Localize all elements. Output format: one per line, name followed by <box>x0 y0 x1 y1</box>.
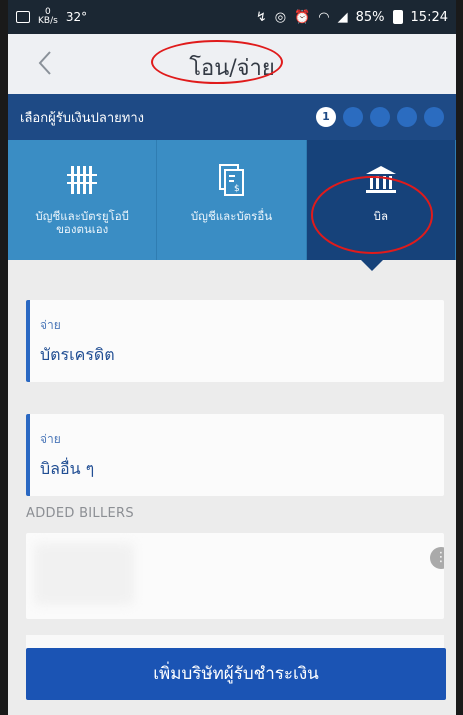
biller-item[interactable]: ⋮ <box>26 533 444 619</box>
bill-options: จ่าย บัตรเครดิต จ่าย บิลอื่น ๆ ADDED BIL… <box>8 260 456 655</box>
pay-other-bills-option[interactable]: จ่าย บิลอื่น ๆ <box>26 414 444 496</box>
battery-icon <box>392 10 403 24</box>
add-biller-button[interactable]: เพิ่มบริษัทผู้รับชำระเงิน <box>26 648 446 700</box>
active-tab-pointer <box>360 259 384 271</box>
step-1: 1 <box>316 107 336 127</box>
step-5 <box>424 107 444 127</box>
clock: 15:24 <box>410 9 448 25</box>
tab-label: บัญชีและบัตรอื่น <box>190 209 273 223</box>
step-label: เลือกผู้รับเงินปลายทาง <box>20 110 144 126</box>
step-3 <box>370 107 390 127</box>
bars-icon <box>62 160 102 200</box>
more-options-icon[interactable]: ⋮ <box>430 547 444 569</box>
option-title: บัตรเครดิต <box>40 345 115 364</box>
network-speed: 0 KB/s <box>38 7 58 26</box>
tab-own-accounts[interactable]: บัญชีและบัตรยูโอบีของตนเอง <box>8 140 158 260</box>
annotation-circle <box>311 176 433 254</box>
vibrate-icon: ◎ <box>274 9 287 25</box>
payee-type-tabs: บัญชีและบัตรยูโอบีของตนเอง $ บัญชีและบัต… <box>8 140 456 271</box>
step-4 <box>397 107 417 127</box>
step-2 <box>343 107 363 127</box>
signal-icon: ↯ <box>255 9 267 25</box>
document-dollar-icon: $ <box>211 160 251 200</box>
battery-percent: 85% <box>355 9 385 25</box>
pay-credit-card-option[interactable]: จ่าย บัตรเครดิต <box>26 300 444 382</box>
option-caption: จ่าย <box>40 318 61 332</box>
option-title: บิลอื่น ๆ <box>40 459 95 478</box>
step-indicator: 1 <box>316 107 444 127</box>
temperature: 32° <box>65 10 88 24</box>
step-bar: เลือกผู้รับเงินปลายทาง 1 <box>8 94 456 140</box>
tab-other-accounts[interactable]: $ บัญชีและบัตรอื่น <box>157 140 307 260</box>
app-header: โอน/จ่าย <box>8 34 456 94</box>
alarm-icon: ⏰ <box>294 9 311 25</box>
gallery-icon <box>16 11 30 23</box>
redacted-biller-info <box>34 543 134 605</box>
option-caption: จ่าย <box>40 432 61 446</box>
svg-text:$: $ <box>234 184 240 194</box>
wifi-icon: ◠ <box>318 9 330 25</box>
phone-screen: 0 KB/s 32° ↯ ◎ ⏰ ◠ ◢ 85% 15:24 โอน/จ่าย … <box>8 0 456 715</box>
cellular-icon: ◢ <box>337 9 348 25</box>
added-billers-heading: ADDED BILLERS <box>26 506 134 521</box>
annotation-circle <box>151 40 283 84</box>
status-bar: 0 KB/s 32° ↯ ◎ ⏰ ◠ ◢ 85% 15:24 <box>8 0 456 34</box>
tab-label: บัญชีและบัตรยูโอบีของตนเอง <box>35 209 129 236</box>
